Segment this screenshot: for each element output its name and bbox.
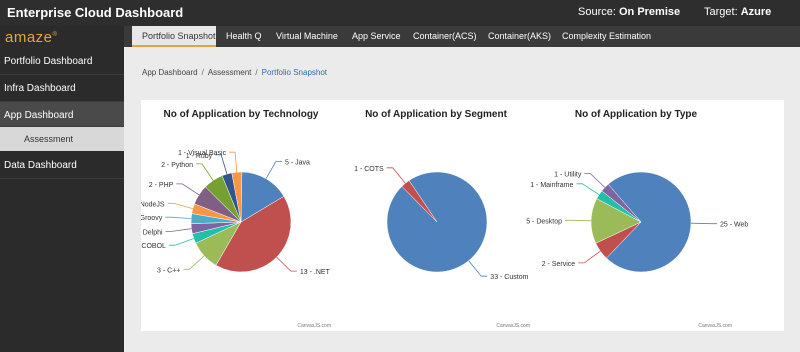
slice-label-nodejs: 1 - NodeJS — [141, 201, 165, 208]
chart-title: No of Application by Technology — [164, 109, 319, 120]
slice-label-cobol: 1 - COBOL — [141, 243, 166, 250]
chart-title: No of Application by Segment — [365, 109, 508, 120]
slice-label-visual-basic: 1 - Visual Basic — [178, 150, 227, 157]
slice-label-net: 13 - .NET — [300, 269, 331, 276]
tab-virtual-machine[interactable]: Virtual Machine — [276, 26, 338, 47]
logo-text: amaze — [5, 29, 53, 46]
sidebar-item-app-dashboard[interactable]: App Dashboard — [0, 102, 124, 127]
tab-container-acs[interactable]: Container(ACS) — [413, 26, 477, 47]
slice-label-python: 2 - Python — [161, 162, 193, 169]
slice-label-service: 2 - Service — [542, 261, 576, 268]
slice-label-desktop: 5 - Desktop — [526, 218, 562, 225]
chart-title: No of Application by Type — [575, 109, 698, 120]
slice-label-web: 25 - Web — [720, 222, 748, 229]
slice-label-php: 2 - PHP — [149, 182, 174, 189]
slice-label-groovy: 1 - Groovy — [141, 215, 163, 222]
slice-label-utility: 1 - Utility — [554, 172, 582, 179]
source-indicator: Source: On Premise — [578, 6, 680, 18]
breadcrumb: App Dashboard / Assessment / Portfolio Snaps… — [142, 68, 327, 77]
slice-label-mainframe: 1 - Mainframe — [530, 182, 573, 189]
sidebar-subitem-assessment[interactable]: Assessment — [0, 127, 124, 151]
breadcrumb-separator: / — [201, 68, 204, 77]
app-title: Enterprise Cloud Dashboard — [7, 5, 184, 20]
charts-panel: No of Application by Technology 5 - Java 1… — [141, 100, 784, 331]
top-bar: Enterprise Cloud Dashboard Source: On Pr… — [0, 0, 800, 26]
chart-credit: CanvasJS.com — [496, 323, 530, 329]
sidebar: amaze® Portfolio Dashboard Infra Dashboa… — [0, 26, 124, 352]
chart-credit: CanvasJS.com — [297, 323, 331, 329]
tab-complexity-estimation[interactable]: Complexity Estimation — [562, 26, 651, 47]
target-label: Target: — [704, 6, 738, 18]
source-label: Source: — [578, 6, 616, 18]
sidebar-item-infra-dashboard[interactable]: Infra Dashboard — [0, 75, 124, 102]
tab-health-q[interactable]: Health Q — [226, 26, 262, 47]
logo-mark: ® — [52, 32, 58, 38]
tab-bar: Portfolio Snapshot Health Q Virtual Mach… — [124, 26, 800, 47]
logo[interactable]: amaze® — [5, 29, 57, 46]
breadcrumb-current: Portfolio Snapshot — [261, 68, 328, 77]
source-value: On Premise — [618, 6, 681, 18]
target-value: Azure — [740, 6, 772, 18]
chart-credit: CanvasJS.com — [698, 323, 732, 329]
slice-label-c: 3 - C++ — [157, 267, 180, 274]
tab-container-aks[interactable]: Container(AKS) — [488, 26, 551, 47]
tab-app-service[interactable]: App Service — [352, 26, 401, 47]
slice-label-cots: 1 - COTS — [354, 166, 384, 173]
slice-label-java: 5 - Java — [285, 159, 310, 166]
target-indicator: Target: Azure — [704, 6, 771, 18]
slice-label-delphi: 1 - Delphi — [141, 229, 163, 236]
sidebar-item-portfolio-dashboard[interactable]: Portfolio Dashboard — [0, 48, 124, 75]
breadcrumb-assessment[interactable]: Assessment — [208, 68, 252, 77]
slice-label-custom: 33 - Custom — [490, 274, 528, 281]
breadcrumb-separator: / — [255, 68, 258, 77]
tab-portfolio-snapshot[interactable]: Portfolio Snapshot — [132, 26, 216, 47]
breadcrumb-app-dashboard[interactable]: App Dashboard — [142, 68, 198, 77]
sidebar-item-data-dashboard[interactable]: Data Dashboard — [0, 152, 124, 179]
